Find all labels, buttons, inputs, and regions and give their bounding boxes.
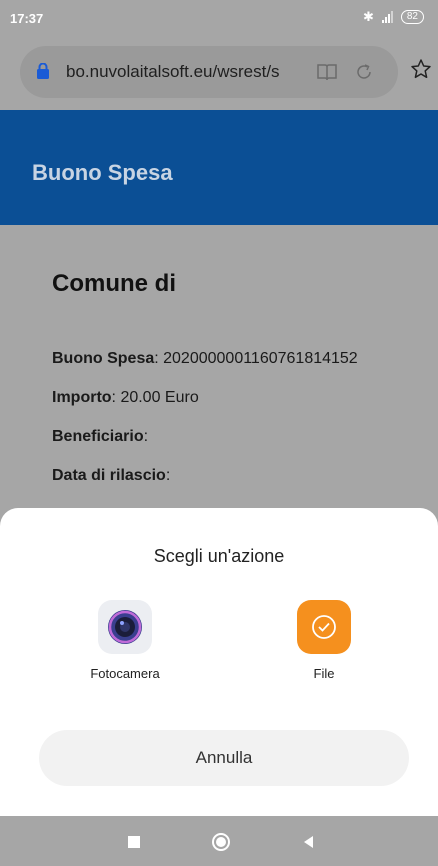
app-header: Buono Spesa	[0, 110, 438, 225]
file-check-icon[interactable]	[297, 600, 351, 654]
buono-value: : 20200000011607618141​52	[154, 350, 358, 367]
sheet-title: Scegli un'azione	[153, 546, 285, 566]
signal-icon	[381, 11, 393, 23]
importo-row: Importo: 20.00 Euro	[52, 389, 199, 407]
status-bar: 17:37 ✱ 82	[0, 0, 438, 38]
lock-icon	[37, 63, 49, 79]
action-sheet: Scegli un'azione Fotocamera File Annulla	[0, 508, 438, 816]
option-label: Fotocamera	[90, 666, 160, 681]
data-rilascio-label: Data di rilascio	[52, 467, 166, 484]
page-title: Buono Spesa	[32, 160, 173, 185]
data-rilascio-value: :	[165, 467, 171, 484]
reload-icon[interactable]	[354, 62, 374, 82]
navigation-bar	[0, 816, 438, 866]
option-fotocamera[interactable]: Fotocamera	[65, 600, 185, 681]
buono-label: Buono Spesa	[52, 350, 155, 367]
option-file[interactable]: File	[264, 600, 384, 681]
bluetooth-icon: ✱	[362, 9, 374, 24]
beneficiario-label: Beneficiario	[52, 428, 144, 445]
beneficiario-row: Beneficiario:	[52, 428, 148, 446]
buono-row: Buono Spesa: 20200000011607618141​52	[52, 350, 358, 368]
beneficiario-value: :	[143, 428, 149, 445]
bookmark-star-icon[interactable]	[410, 58, 432, 80]
option-label: File	[313, 666, 335, 681]
camera-icon[interactable]	[98, 600, 152, 654]
url-text[interactable]: bo.nuvolaitalsoft.eu/wsrest/s	[66, 62, 310, 82]
back-icon[interactable]	[304, 836, 313, 848]
status-time: 17:37	[10, 11, 44, 26]
importo-label: Importo	[52, 389, 112, 406]
cancel-button[interactable]: Annulla	[39, 730, 409, 786]
importo-value: : 20.00 Euro	[111, 389, 199, 406]
battery-icon: 82	[400, 10, 424, 24]
recents-icon[interactable]	[128, 836, 140, 848]
reader-mode-icon[interactable]	[316, 62, 338, 82]
comune-heading: Comune di	[52, 270, 176, 297]
data-rilascio-row: Data di rilascio:	[52, 467, 170, 485]
home-icon[interactable]	[212, 833, 230, 851]
address-bar[interactable]: bo.nuvolaitalsoft.eu/wsrest/s	[20, 46, 398, 98]
status-icons: ✱ 82	[363, 9, 424, 25]
